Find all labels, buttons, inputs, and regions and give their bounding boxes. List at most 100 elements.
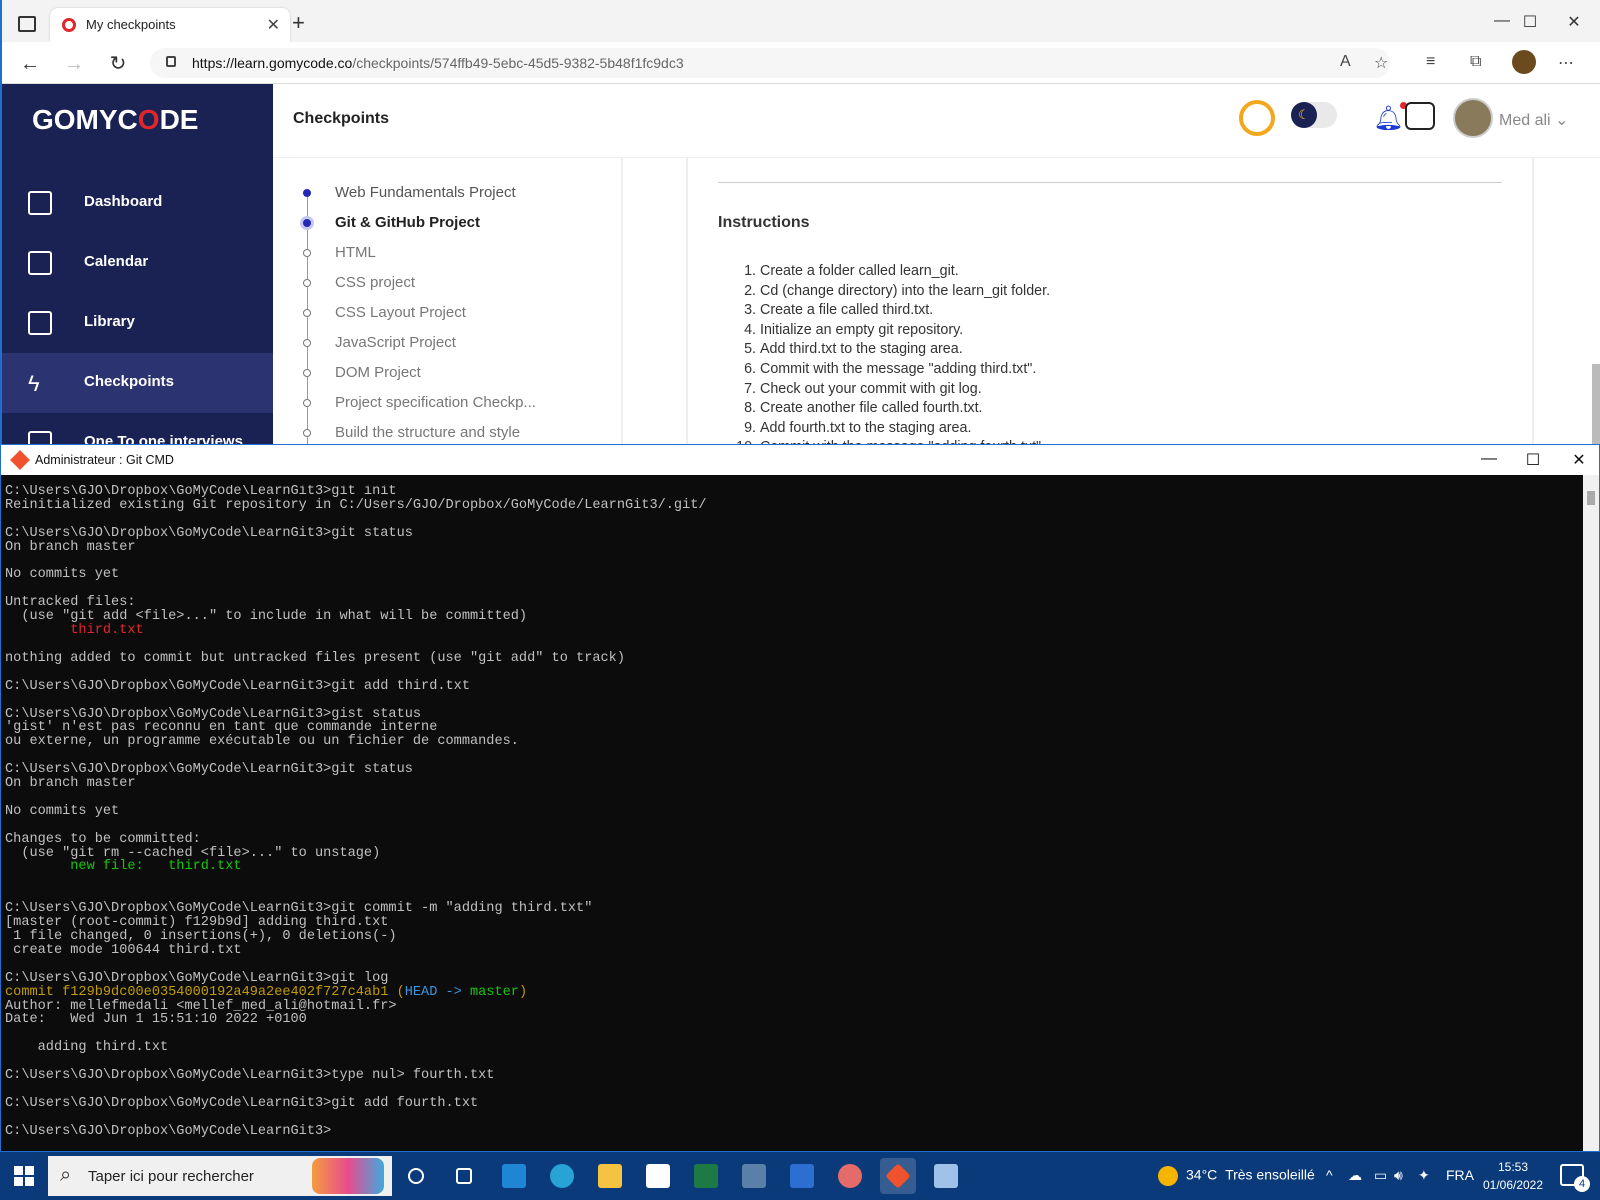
volume-icon[interactable]: 🔊︎ — [1394, 1167, 1403, 1184]
browser-tab[interactable]: My checkpoints ✕ — [50, 8, 290, 42]
terminal-line: C:\Users\GJO\Dropbox\GoMyCode\LearnGit3>… — [5, 1095, 479, 1111]
scrollbar-thumb[interactable] — [1587, 491, 1595, 505]
gomycode-logo[interactable]: GOMYCODE — [32, 104, 198, 136]
windows-taskbar: ⌕ Taper ici pour rechercher 34°C Très en… — [0, 1152, 1600, 1200]
terminal-output[interactable]: C:\Users\GJO\Dropbox\GoMyCode\LearnGit3>… — [5, 485, 1585, 1149]
sidebar-item-calendar[interactable]: Calendar — [2, 233, 273, 293]
terminal-line: C:\Users\GJO\Dropbox\GoMyCode\LearnGit3>… — [5, 525, 413, 541]
checkpoint-content: Instructions 1. Create a folder called le… — [686, 158, 1534, 444]
status-dot — [303, 309, 311, 317]
sidebar-item-checkpoints[interactable]: ϟ Checkpoints — [2, 353, 273, 413]
checkpoint-item[interactable]: Web Fundamentals Project — [273, 178, 621, 208]
minimize-icon[interactable]: — — [1469, 450, 1509, 468]
read-aloud-icon[interactable]: A — [1340, 53, 1351, 71]
new-tab-icon[interactable]: + — [292, 10, 310, 35]
checkpoint-label: CSS Layout Project — [335, 304, 466, 321]
excel-icon[interactable] — [688, 1158, 724, 1194]
cmd-titlebar[interactable]: Administrateur : Git CMD — ☐ ✕ — [1, 445, 1599, 475]
close-window-icon[interactable]: ✕ — [1559, 450, 1599, 470]
app-icon[interactable] — [784, 1158, 820, 1194]
collections-icon[interactable]: ⧉ — [1470, 53, 1481, 71]
notification-center-icon[interactable]: 4 — [1560, 1164, 1590, 1192]
avatar[interactable] — [1453, 98, 1493, 138]
terminal-line: C:\Users\GJO\Dropbox\GoMyCode\LearnGit3>… — [5, 901, 593, 917]
file-explorer-icon[interactable] — [592, 1158, 628, 1194]
support-chat-icon[interactable] — [1405, 102, 1435, 130]
bell-icon[interactable]: 🔔︎ — [1373, 102, 1408, 133]
dark-mode-toggle[interactable]: ☾ — [1291, 102, 1337, 128]
page-scrollbar[interactable] — [1592, 364, 1600, 444]
instructions-heading: Instructions — [718, 214, 810, 231]
clock[interactable]: 15:53 01/06/2022 — [1478, 1158, 1548, 1194]
add-favorite-icon[interactable]: ☆ — [1374, 53, 1388, 73]
remote-desktop-icon[interactable] — [928, 1158, 964, 1194]
terminal-line: C:\Users\GJO\Dropbox\GoMyCode\LearnGit3>… — [5, 706, 422, 722]
clock-date: 01/06/2022 — [1482, 1178, 1544, 1192]
onedrive-icon[interactable]: ☁ — [1348, 1167, 1362, 1184]
terminal-line: Changes to be committed: — [5, 831, 201, 847]
calculator-icon[interactable] — [736, 1158, 772, 1194]
checkpoint-item[interactable]: Git & GitHub Project — [273, 208, 621, 238]
checkpoint-item[interactable]: Project specification Checkp... — [273, 388, 621, 418]
terminal-line: No commits yet — [5, 803, 120, 819]
taskbar-search[interactable]: ⌕ Taper ici pour rechercher — [48, 1156, 392, 1196]
refresh-icon[interactable]: ↻ — [104, 50, 132, 78]
paint-icon[interactable] — [832, 1158, 868, 1194]
checkpoint-label: Git & GitHub Project — [335, 214, 481, 231]
sidebar-item-interviews[interactable]: One To one interviews — [2, 413, 273, 444]
checkpoint-item[interactable]: CSS Layout Project — [273, 298, 621, 328]
maximize-icon[interactable]: ☐ — [1510, 12, 1550, 32]
maximize-icon[interactable]: ☐ — [1513, 450, 1553, 470]
mail-icon[interactable] — [496, 1158, 532, 1194]
terminal-line: C:\Users\GJO\Dropbox\GoMyCode\LearnGit3>… — [5, 1068, 495, 1084]
dashboard-icon — [28, 191, 52, 215]
calendar-icon — [28, 251, 52, 275]
more-options-icon[interactable]: ⋯ — [1558, 53, 1574, 73]
sync-cloud-icon[interactable] — [1239, 100, 1275, 136]
instruction-item: 5. Add third.txt to the staging area. — [744, 341, 963, 358]
terminal-line: On branch master — [5, 539, 136, 555]
chevron-up-icon[interactable]: ^ — [1326, 1167, 1333, 1183]
sidebar-item-library[interactable]: Library — [2, 293, 273, 353]
windows-start-icon[interactable] — [14, 1166, 34, 1186]
terminal-scrollbar[interactable] — [1583, 475, 1599, 1151]
checkpoint-item[interactable]: DOM Project — [273, 358, 621, 388]
cmd-window-title: Administrateur : Git CMD — [35, 453, 174, 467]
terminal-line: (use "git rm --cached <file>..." to unst… — [5, 845, 381, 861]
task-view-icon[interactable] — [446, 1158, 482, 1194]
cortana-icon[interactable] — [398, 1158, 434, 1194]
sidebar-item-label: Library — [84, 313, 135, 330]
back-icon[interactable]: ← — [16, 50, 44, 78]
url-bar[interactable]: https://learn.gomycode.co/checkpoints/57… — [150, 48, 1390, 78]
store-icon[interactable] — [640, 1158, 676, 1194]
user-menu[interactable]: Med ali ⌄ — [1499, 110, 1568, 130]
tab-close-icon[interactable]: ✕ — [267, 15, 280, 35]
favorites-icon[interactable]: ≡ — [1426, 53, 1435, 71]
profile-avatar-icon[interactable] — [1512, 50, 1536, 74]
terminal-line: C:\Users\GJO\Dropbox\GoMyCode\LearnGit3>… — [5, 485, 397, 499]
git-cmd-taskbar-icon[interactable] — [880, 1158, 916, 1194]
sidebar-item-dashboard[interactable]: Dashboard — [2, 173, 273, 233]
checkpoint-item[interactable]: HTML — [273, 238, 621, 268]
close-window-icon[interactable]: ✕ — [1554, 12, 1594, 32]
checkpoint-item[interactable]: JavaScript Project — [273, 328, 621, 358]
edge-icon[interactable] — [544, 1158, 580, 1194]
terminal-line: Author: mellefmedali <mellef_med_ali@hot… — [5, 998, 397, 1014]
weather-widget[interactable]: 34°C Très ensoleillé — [1158, 1166, 1315, 1186]
checkpoint-item[interactable]: Build the structure and style — [273, 418, 621, 444]
status-dot — [303, 369, 311, 377]
checkpoint-list: Web Fundamentals Project Git & GitHub Pr… — [273, 158, 623, 444]
language-indicator[interactable]: FRA — [1446, 1167, 1474, 1183]
dropbox-icon[interactable]: ✦ — [1418, 1167, 1430, 1184]
instruction-item: 6. Commit with the message "adding third.… — [744, 360, 1037, 377]
checkpoint-item[interactable]: CSS project — [273, 268, 621, 298]
app-sidebar: GOMYCODE Dashboard Calendar Library ϟ Ch… — [2, 84, 273, 444]
terminal-line: Untracked files: — [5, 595, 136, 611]
url-text: https://learn.gomycode.co/checkpoints/57… — [192, 55, 684, 71]
tab-actions-icon[interactable] — [18, 16, 36, 32]
moon-icon: ☾ — [1291, 102, 1317, 128]
network-icon[interactable]: ▭ — [1374, 1167, 1387, 1184]
forward-icon[interactable]: → — [60, 50, 88, 78]
